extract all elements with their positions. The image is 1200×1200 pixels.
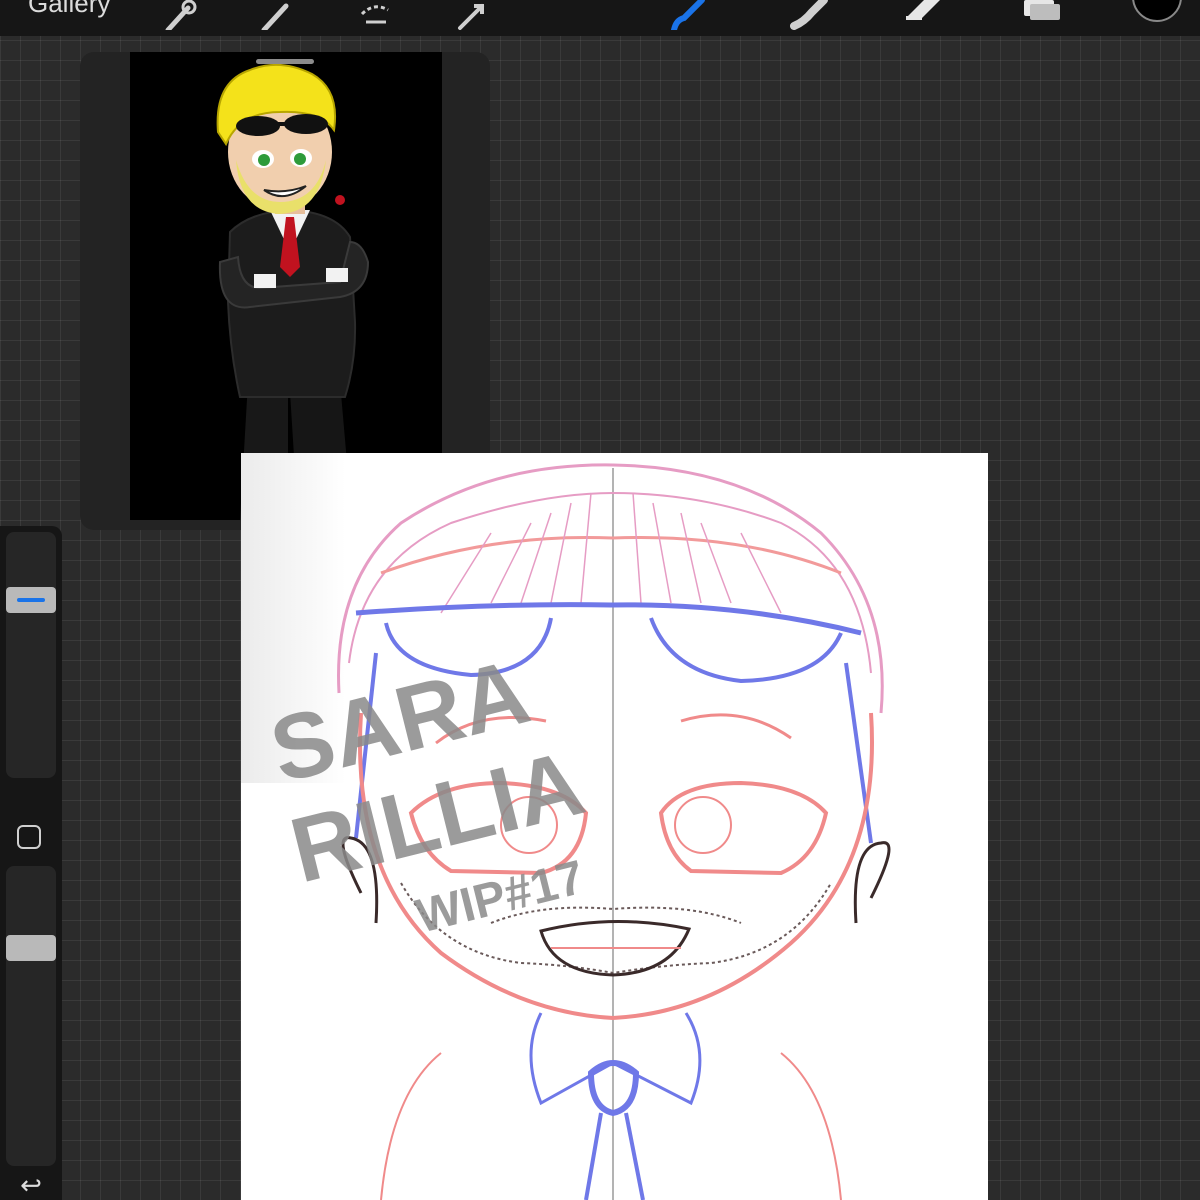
square-icon[interactable]: [17, 825, 41, 849]
reference-image: [130, 52, 442, 520]
gallery-link[interactable]: Gallery: [28, 0, 110, 19]
brush-opacity-thumb[interactable]: [6, 934, 56, 961]
brush-icon[interactable]: [664, 0, 710, 30]
color-swatch[interactable]: [1132, 0, 1182, 22]
transform-icon[interactable]: [448, 0, 494, 30]
drawing-canvas[interactable]: SARA RILLIA WIP#17: [241, 453, 988, 1200]
eraser-icon[interactable]: [896, 0, 942, 30]
brush-size-slider[interactable]: [6, 532, 56, 778]
selection-icon[interactable]: [352, 0, 398, 30]
top-toolbar: Gallery: [0, 0, 1200, 36]
brush-size-thumb[interactable]: [6, 587, 56, 613]
magic-wand-icon[interactable]: [252, 0, 298, 30]
smudge-icon[interactable]: [786, 0, 832, 30]
layers-icon[interactable]: [1018, 0, 1064, 30]
reference-drag-handle[interactable]: [256, 59, 314, 64]
left-sidebar: ↩: [0, 526, 62, 1200]
brush-opacity-slider[interactable]: [6, 866, 56, 1166]
wrench-icon[interactable]: [154, 0, 200, 30]
undo-icon[interactable]: ↩: [14, 1170, 48, 1200]
